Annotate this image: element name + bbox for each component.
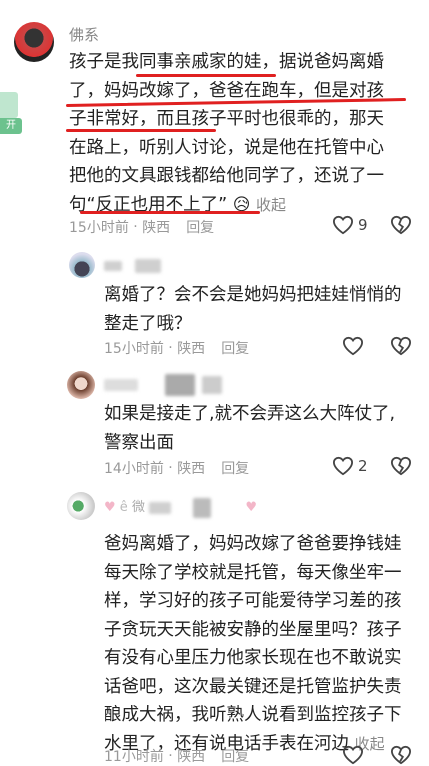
like-count: 2 [358, 457, 368, 475]
dislike-button[interactable] [390, 456, 412, 476]
comment-meta: 15小时前 · 陕西 回复 [69, 217, 215, 237]
like-count: 9 [358, 216, 368, 234]
dislike-button[interactable] [390, 745, 412, 765]
avatar[interactable] [69, 252, 95, 278]
broken-heart-icon [390, 745, 412, 765]
side-tab [0, 92, 18, 118]
reply-button[interactable]: 回复 [221, 458, 249, 478]
comment-text: 爸妈离婚了，妈妈改嫁了爸爸要挣钱娃 每天除了学校就是托管，每天像坐牢一 样，学习… [104, 534, 402, 754]
heart-icon [332, 215, 354, 235]
comment-meta: 11小时前 · 陕西 回复 [104, 746, 250, 766]
comment-text: 离婚了？会不会是她妈妈把娃娃悄悄的 整走了哦？ [104, 285, 402, 334]
reply-button[interactable]: 回复 [186, 217, 214, 237]
avatar[interactable] [67, 371, 95, 399]
like-button[interactable] [342, 336, 364, 356]
collapse-link[interactable]: 收起 [256, 196, 286, 214]
username[interactable] [104, 374, 222, 396]
comment-text: 如果是接走了,就不会弄这么大阵仗了, 警察出面 [104, 404, 396, 453]
comment-meta: 14小时前 · 陕西 回复 [104, 458, 250, 478]
reply-button[interactable]: 回复 [221, 746, 249, 766]
heart-icon [342, 336, 364, 356]
red-underline [80, 211, 260, 214]
comment-meta: 15小时前 · 陕西 回复 [104, 338, 250, 358]
avatar[interactable] [14, 22, 54, 62]
like-button[interactable]: 9 [332, 215, 368, 235]
like-button[interactable] [342, 745, 364, 765]
username[interactable]: ♥ ê 微 ♥ [104, 496, 257, 518]
like-button[interactable]: 2 [332, 456, 368, 476]
broken-heart-icon [390, 336, 412, 356]
red-underline [136, 74, 276, 77]
broken-heart-icon [390, 215, 412, 235]
side-tab-label: 开 [0, 118, 22, 134]
heart-icon [342, 745, 364, 765]
username[interactable] [104, 256, 161, 274]
heart-icon [332, 456, 354, 476]
red-underline [66, 129, 216, 132]
dislike-button[interactable] [390, 336, 412, 356]
reply-button[interactable]: 回复 [221, 338, 249, 358]
broken-heart-icon [390, 456, 412, 476]
dislike-button[interactable] [390, 215, 412, 235]
username[interactable]: 佛系 [69, 24, 99, 45]
avatar[interactable] [67, 492, 95, 520]
